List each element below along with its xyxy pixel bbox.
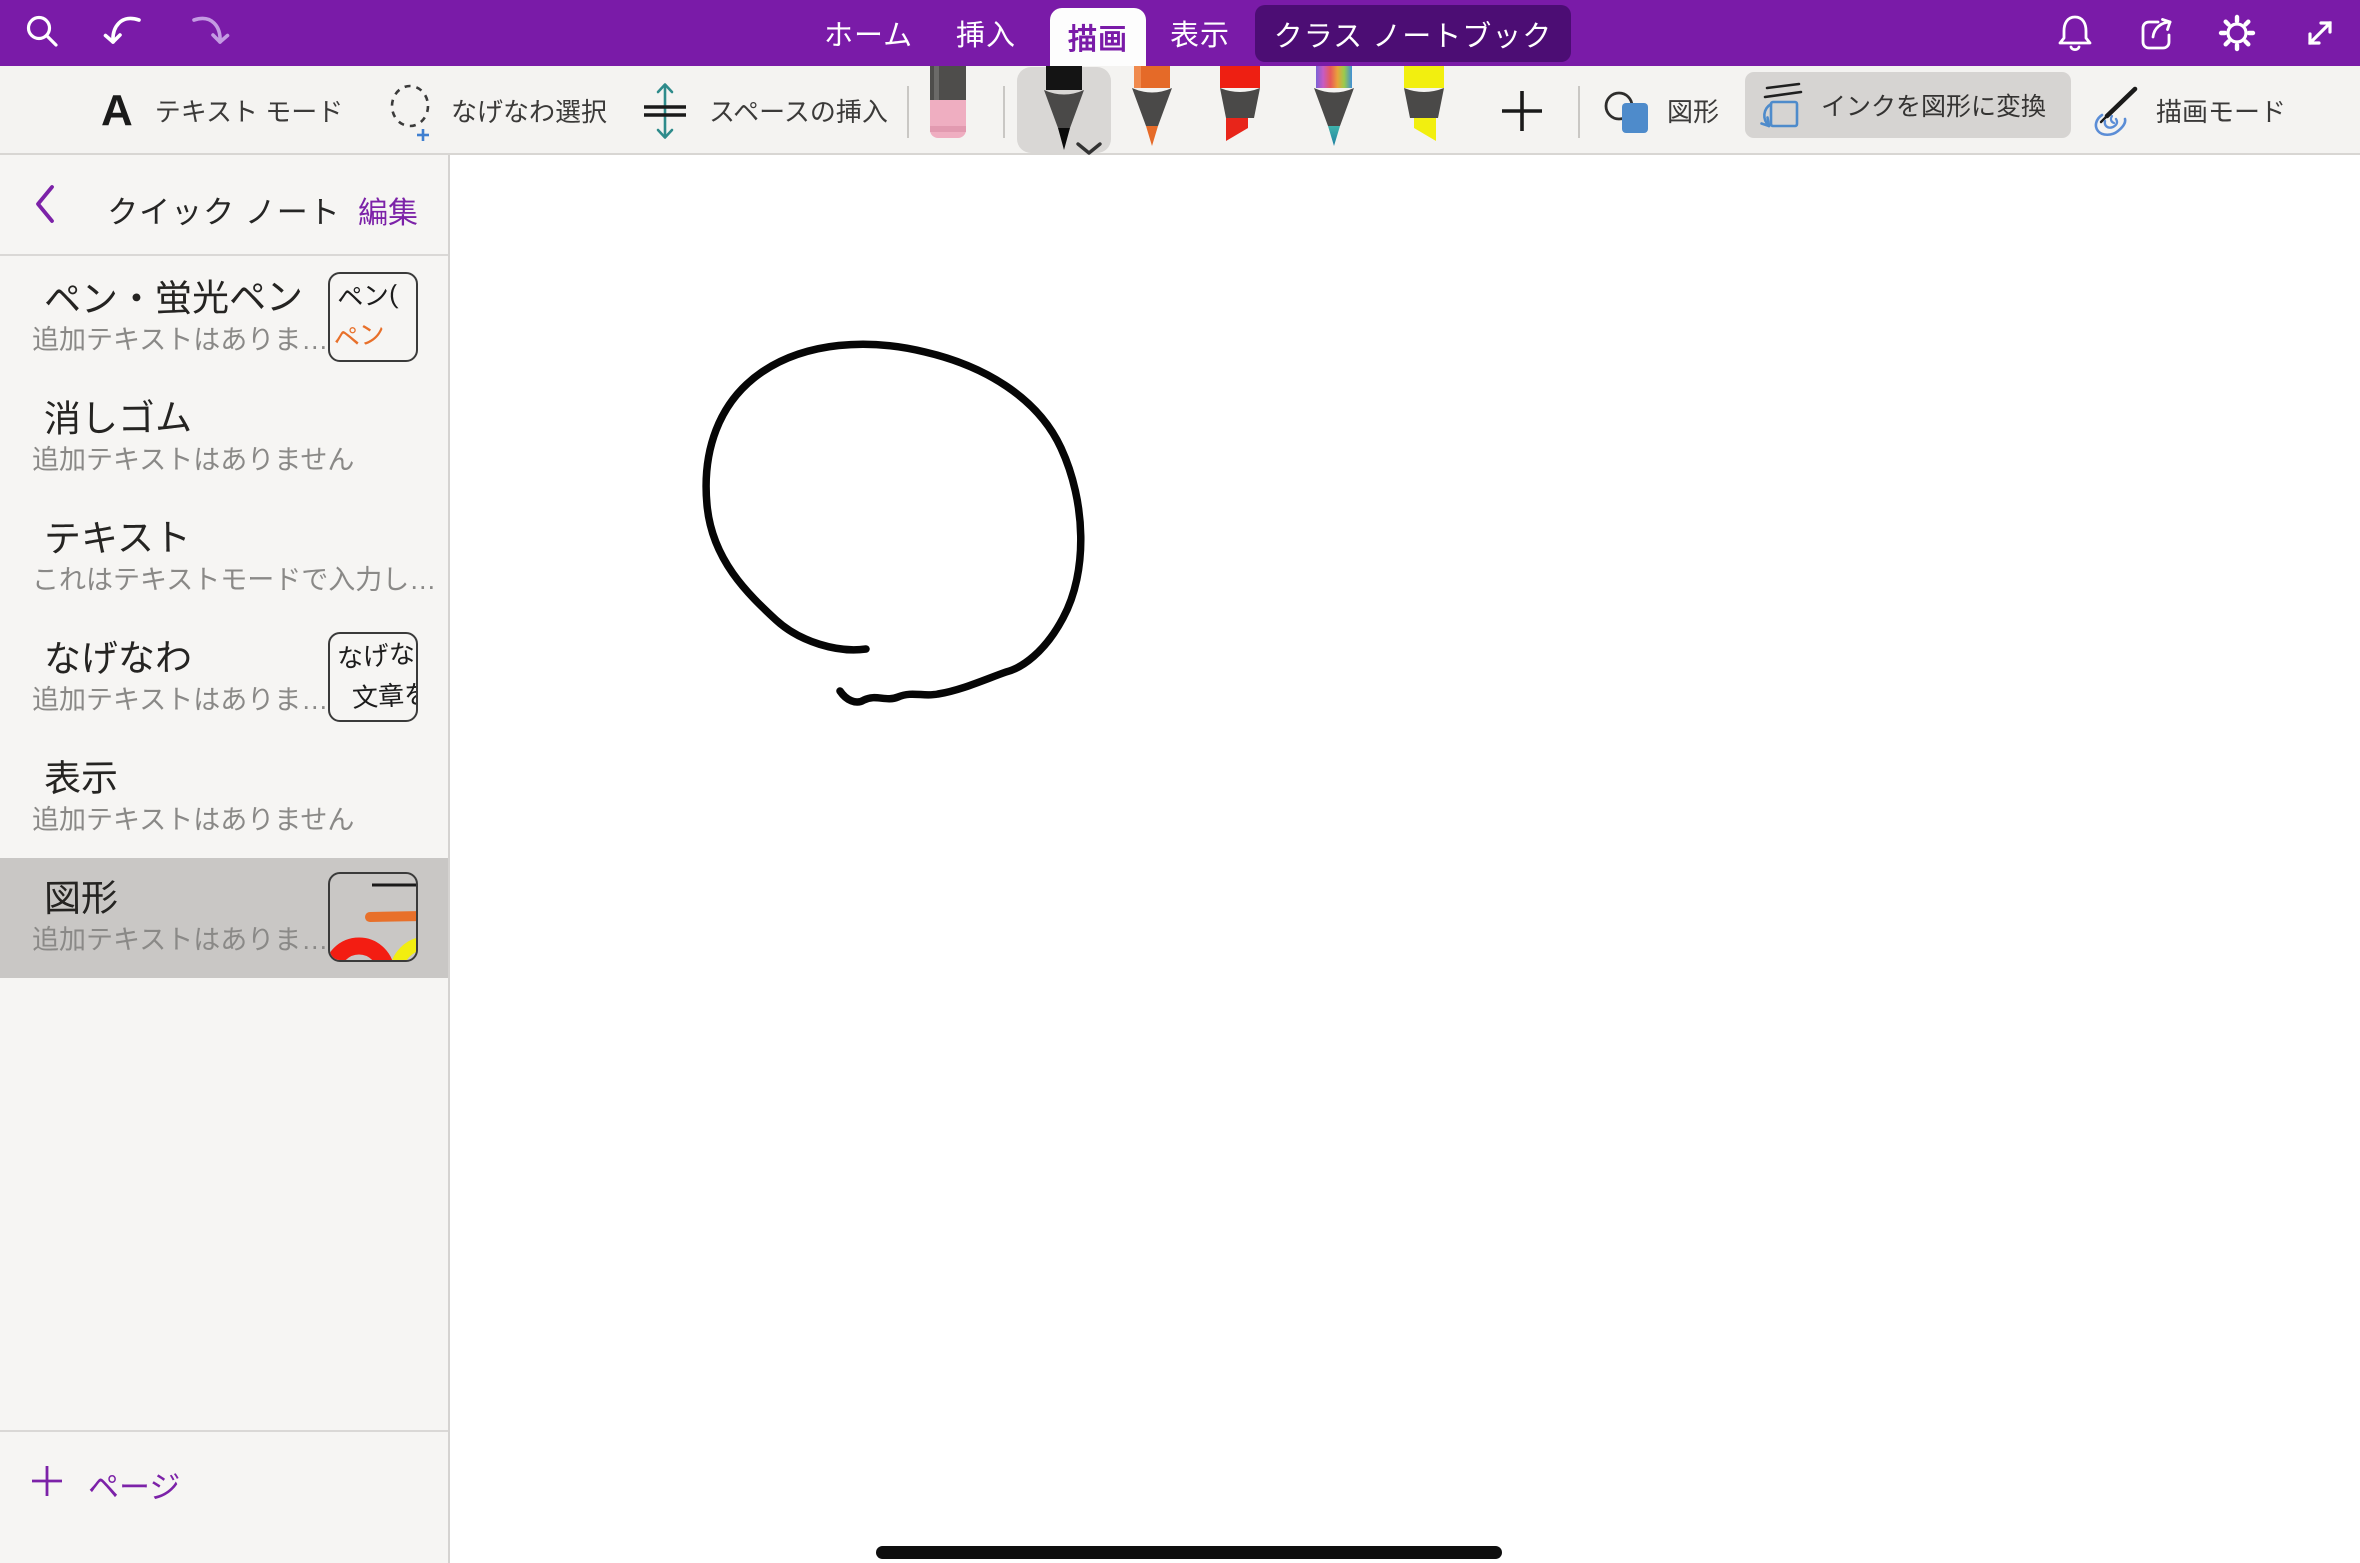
share-icon[interactable] <box>2133 9 2181 57</box>
add-page-button[interactable]: ページ <box>0 1430 448 1563</box>
lasso-select-label: なげなわ選択 <box>451 92 607 129</box>
edit-button[interactable]: 編集 <box>358 188 418 232</box>
draw-mode-button[interactable]: 描画モード <box>2088 66 2286 155</box>
page-subtitle: 追加テキストはありません <box>32 438 354 477</box>
text-mode-label: テキスト モード <box>155 92 343 129</box>
notifications-bell-icon[interactable] <box>2051 9 2099 57</box>
page-title-handwritten: 消しゴム <box>44 387 193 443</box>
onenote-app: ホーム 挿入 描画 表示 クラス ノートブック <box>0 0 2360 1563</box>
pen-orange-tool[interactable] <box>1124 66 1180 148</box>
pen-rainbow-tool[interactable] <box>1306 66 1362 148</box>
plus-icon <box>30 1464 64 1498</box>
text-mode-a-icon: A <box>101 86 133 136</box>
page-list-item[interactable]: ペン・蛍光ペン 追加テキストはありま… ペン( ペン <box>0 258 448 378</box>
eraser-tool[interactable] <box>926 66 970 140</box>
page-subtitle: 追加テキストはありま… <box>32 318 328 357</box>
page-list-item[interactable]: テキスト これはテキストモードで入力し… <box>0 498 448 618</box>
lasso-select-button[interactable]: なげなわ選択 <box>387 66 607 155</box>
tab-view[interactable]: 表示 <box>1166 0 1234 66</box>
draw-ribbon-toolbar: A テキスト モード なげなわ選択 スペースの挿入 <box>0 66 2360 155</box>
pen-black-tool[interactable] <box>1036 66 1092 152</box>
page-list-sidebar: クイック ノート 編集 ペン・蛍光ペン 追加テキストはありま… ペン( ペン 消… <box>0 155 450 1563</box>
sidebar-header: クイック ノート 編集 <box>0 155 448 256</box>
tab-insert[interactable]: 挿入 <box>952 0 1020 66</box>
tab-home[interactable]: ホーム <box>820 0 917 66</box>
page-title-handwritten: なげなわ <box>44 627 193 683</box>
add-page-label: ページ <box>88 1462 180 1507</box>
search-icon[interactable] <box>18 9 66 57</box>
page-title-handwritten: ペン・蛍光ペン <box>44 267 304 324</box>
page-subtitle: 追加テキストはありま… <box>32 918 328 957</box>
fullscreen-expand-icon[interactable] <box>2296 9 2344 57</box>
draw-mode-hand-pen-icon <box>2088 83 2140 139</box>
undo-icon[interactable] <box>102 9 150 57</box>
pen-options-chevron-down-icon[interactable] <box>1076 142 1102 156</box>
page-list-item[interactable]: なげなわ 追加テキストはありま… なげな 文章を <box>0 618 448 738</box>
top-app-bar: ホーム 挿入 描画 表示 クラス ノートブック <box>0 0 2360 66</box>
insert-space-button[interactable]: スペースの挿入 <box>637 66 888 155</box>
tab-draw[interactable]: 描画 <box>1050 8 1146 66</box>
convert-ink-to-shape-button[interactable]: インクを図形に変換 <box>1745 72 2071 138</box>
draw-mode-label: 描画モード <box>2156 92 2286 129</box>
page-list-item[interactable]: 消しゴム 追加テキストはありません <box>0 378 448 498</box>
page-thumbnail-shapes <box>328 872 418 962</box>
drawing-canvas[interactable] <box>450 155 2360 1563</box>
page-list-item[interactable]: 表示 追加テキストはありません <box>0 738 448 858</box>
lasso-icon <box>387 80 437 142</box>
convert-ink-label: インクを図形に変換 <box>1821 87 2046 123</box>
shapes-label: 図形 <box>1667 92 1719 129</box>
home-indicator-bar[interactable] <box>876 1546 1502 1559</box>
insert-space-icon <box>637 80 693 142</box>
highlighter-red-tool[interactable] <box>1212 66 1268 146</box>
convert-ink-icon <box>1755 78 1809 132</box>
page-thumbnail: ペン( ペン <box>328 272 418 362</box>
highlighter-yellow-tool[interactable] <box>1396 66 1452 146</box>
page-title-handwritten: テキスト <box>44 507 191 563</box>
tab-class-notebook[interactable]: クラス ノートブック <box>1255 5 1571 62</box>
toolbar-divider <box>1578 86 1580 138</box>
shapes-icon <box>1603 85 1653 137</box>
shapes-button[interactable]: 図形 <box>1603 66 1719 155</box>
insert-space-label: スペースの挿入 <box>709 92 888 129</box>
page-title-handwritten: 図形 <box>44 868 119 923</box>
text-mode-button[interactable]: A テキスト モード <box>101 66 343 155</box>
page-subtitle: 追加テキストはありま… <box>32 678 328 717</box>
page-title-handwritten: 表示 <box>44 748 119 803</box>
page-subtitle: 追加テキストはありません <box>32 798 354 837</box>
page-list-item-selected[interactable]: 図形 追加テキストはありま… <box>0 858 448 978</box>
toolbar-divider <box>1003 86 1005 138</box>
page-thumbnail: なげな 文章を <box>328 632 418 722</box>
redo-icon[interactable] <box>183 9 231 57</box>
add-pen-button[interactable] <box>1499 88 1545 134</box>
page-subtitle: これはテキストモードで入力し… <box>32 558 436 597</box>
settings-gear-icon[interactable] <box>2213 9 2261 57</box>
toolbar-divider <box>907 86 909 138</box>
